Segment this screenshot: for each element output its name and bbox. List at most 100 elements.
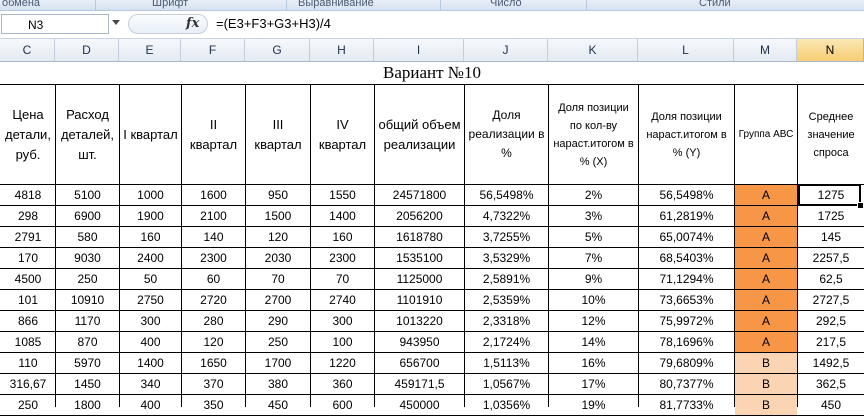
table-cell[interactable]: 4500 xyxy=(1,269,55,289)
table-cell[interactable]: 6900 xyxy=(56,206,119,226)
table-cell[interactable]: 1101910 xyxy=(375,290,464,310)
table-cell[interactable]: 3,5329% xyxy=(465,248,548,268)
table-cell[interactable]: A xyxy=(735,290,797,310)
table-cell[interactable]: 1450 xyxy=(56,374,119,394)
table-cell[interactable]: 160 xyxy=(311,227,374,247)
table-cell[interactable]: 14% xyxy=(549,332,638,352)
table-cell[interactable]: 340 xyxy=(120,374,181,394)
table-cell[interactable]: 1000 xyxy=(120,185,181,205)
table-cell[interactable]: 290 xyxy=(246,311,310,331)
table-cell[interactable]: 360 xyxy=(311,374,374,394)
table-cell[interactable]: 1,0567% xyxy=(465,374,548,394)
table-cell[interactable]: 362,5 xyxy=(798,374,864,394)
table-cell[interactable]: 50 xyxy=(120,269,181,289)
table-cell[interactable]: 300 xyxy=(311,311,374,331)
table-cell[interactable]: 10910 xyxy=(56,290,119,310)
table-cell[interactable]: 56,5498% xyxy=(465,185,548,205)
name-box[interactable]: N3 xyxy=(1,14,109,34)
column-header-f[interactable]: F xyxy=(181,39,245,61)
table-cell[interactable]: 2400 xyxy=(120,248,181,268)
table-cell[interactable]: 450 xyxy=(246,395,310,415)
table-cell[interactable]: 1618780 xyxy=(375,227,464,247)
column-header-k[interactable]: K xyxy=(548,39,638,61)
table-cell[interactable]: 62,5 xyxy=(798,269,864,289)
table-cell[interactable]: 370 xyxy=(182,374,245,394)
table-cell[interactable]: 12% xyxy=(549,311,638,331)
table-cell[interactable]: 73,6653% xyxy=(639,290,734,310)
table-cell[interactable]: 280 xyxy=(182,311,245,331)
table-cell[interactable]: 75,9972% xyxy=(639,311,734,331)
table-cell[interactable]: 1535100 xyxy=(375,248,464,268)
table-cell[interactable]: 380 xyxy=(246,374,310,394)
table-cell[interactable]: B xyxy=(735,395,797,415)
table-cell[interactable]: 3,7255% xyxy=(465,227,548,247)
table-cell[interactable]: 2300 xyxy=(311,248,374,268)
table-cell[interactable]: 298 xyxy=(1,206,55,226)
table-cell[interactable]: 79,6809% xyxy=(639,353,734,373)
table-cell[interactable]: 68,5403% xyxy=(639,248,734,268)
table-cell[interactable]: 5100 xyxy=(56,185,119,205)
table-cell[interactable]: 866 xyxy=(1,311,55,331)
table-cell[interactable]: 580 xyxy=(56,227,119,247)
table-cell[interactable]: 81,7733% xyxy=(639,395,734,415)
table-cell[interactable]: 70 xyxy=(311,269,374,289)
table-cell[interactable]: 250 xyxy=(56,269,119,289)
table-cell[interactable]: 1900 xyxy=(120,206,181,226)
column-header-l[interactable]: L xyxy=(638,39,734,61)
table-header-h[interactable]: IV квартал xyxy=(311,85,374,184)
table-cell[interactable]: 350 xyxy=(182,395,245,415)
table-cell[interactable]: 5% xyxy=(549,227,638,247)
table-cell[interactable]: 10% xyxy=(549,290,638,310)
table-cell[interactable]: 300 xyxy=(120,311,181,331)
table-cell[interactable]: 250 xyxy=(1,395,55,415)
table-cell[interactable]: 2,5891% xyxy=(465,269,548,289)
table-cell[interactable]: 1600 xyxy=(182,185,245,205)
table-cell[interactable]: 2720 xyxy=(182,290,245,310)
table-cell[interactable]: 100 xyxy=(311,332,374,352)
table-cell[interactable]: 870 xyxy=(56,332,119,352)
table-cell[interactable]: 3% xyxy=(549,206,638,226)
table-header-k[interactable]: Доля позиции по кол-ву нараст.итогом в %… xyxy=(549,85,638,184)
table-cell[interactable]: 120 xyxy=(182,332,245,352)
table-header-m[interactable]: Группа АВС xyxy=(735,85,797,184)
table-cell[interactable]: 9% xyxy=(549,269,638,289)
column-header-m[interactable]: M xyxy=(734,39,797,61)
table-cell[interactable]: 56,5498% xyxy=(639,185,734,205)
table-cell[interactable]: 2300 xyxy=(182,248,245,268)
table-cell[interactable]: 2791 xyxy=(1,227,55,247)
table-cell[interactable]: 2700 xyxy=(246,290,310,310)
table-cell[interactable]: 110 xyxy=(1,353,55,373)
table-cell[interactable]: 120 xyxy=(246,227,310,247)
table-cell[interactable]: 1085 xyxy=(1,332,55,352)
table-cell[interactable]: 2056200 xyxy=(375,206,464,226)
table-cell[interactable]: 7% xyxy=(549,248,638,268)
column-header-h[interactable]: H xyxy=(310,39,374,61)
table-cell[interactable]: 1,0356% xyxy=(465,395,548,415)
table-cell[interactable]: 1220 xyxy=(311,353,374,373)
table-cell[interactable]: 1,5113% xyxy=(465,353,548,373)
table-cell[interactable]: 1700 xyxy=(246,353,310,373)
table-cell[interactable]: 1800 xyxy=(56,395,119,415)
table-cell[interactable]: 1650 xyxy=(182,353,245,373)
table-header-l[interactable]: Доля позиции нараст.итогом в % (Y) xyxy=(639,85,734,184)
table-cell[interactable]: 1400 xyxy=(120,353,181,373)
table-cell[interactable]: 71,1294% xyxy=(639,269,734,289)
table-cell[interactable]: A xyxy=(735,227,797,247)
table-cell[interactable]: 2100 xyxy=(182,206,245,226)
column-header-j[interactable]: J xyxy=(464,39,548,61)
table-cell[interactable]: 450 xyxy=(798,395,864,415)
table-cell[interactable]: 4818 xyxy=(1,185,55,205)
table-cell[interactable]: 170 xyxy=(1,248,55,268)
table-cell[interactable]: 16% xyxy=(549,353,638,373)
table-header-d[interactable]: Расход деталей, шт. xyxy=(56,85,119,184)
column-header-n[interactable]: N xyxy=(797,39,864,61)
table-cell[interactable]: A xyxy=(735,269,797,289)
fill-handle[interactable] xyxy=(857,202,864,209)
table-cell[interactable]: B xyxy=(735,374,797,394)
table-cell[interactable]: 61,2819% xyxy=(639,206,734,226)
table-cell[interactable]: 65,0074% xyxy=(639,227,734,247)
table-cell[interactable]: A xyxy=(735,248,797,268)
table-cell[interactable]: 19% xyxy=(549,395,638,415)
table-cell[interactable]: 2,1724% xyxy=(465,332,548,352)
table-cell[interactable]: 1125000 xyxy=(375,269,464,289)
